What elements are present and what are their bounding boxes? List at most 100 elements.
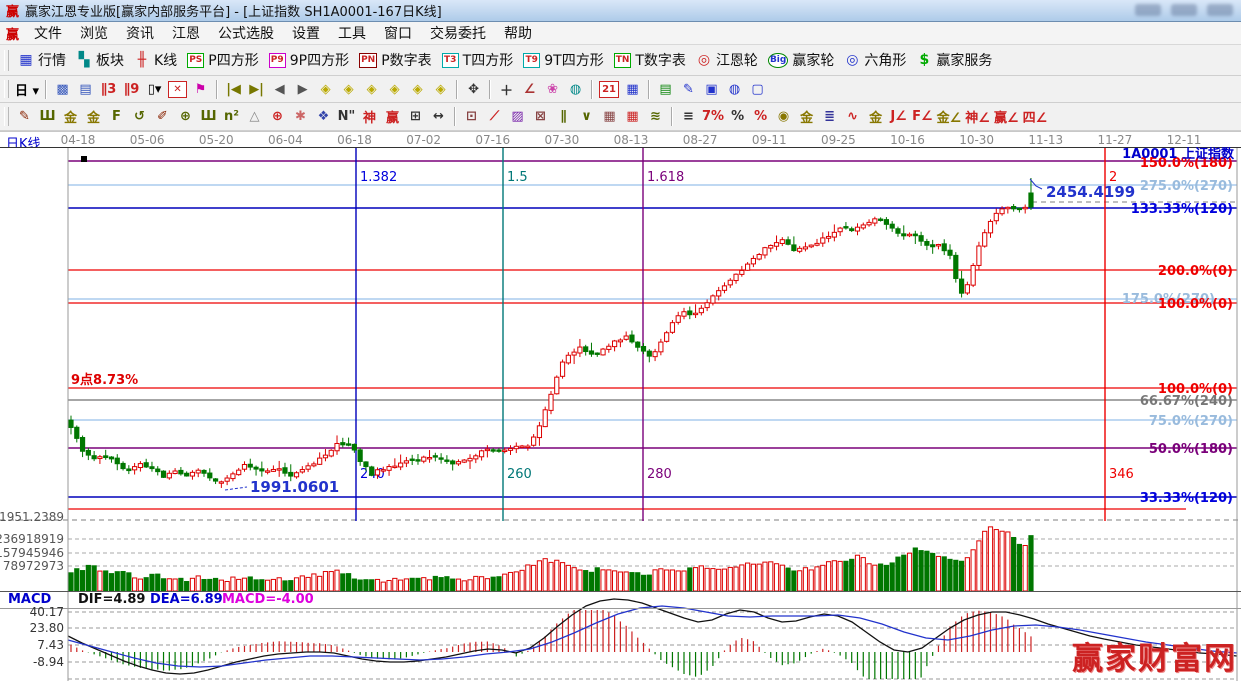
candle-style-dropdown[interactable]: ▯▾: [143, 79, 166, 100]
p-number-table-button[interactable]: PN P数字表: [354, 48, 437, 72]
save-remote-icon[interactable]: ◍: [723, 79, 746, 100]
mirror-a-icon[interactable]: △: [243, 106, 266, 127]
wave-band-icon[interactable]: ∿: [841, 106, 864, 127]
menu-gann[interactable]: 江恩: [163, 22, 209, 44]
workstation-icon[interactable]: ▢: [746, 79, 769, 100]
pencil-angle-icon[interactable]: ✐: [151, 106, 174, 127]
hexagon-button[interactable]: ◎ 六角形: [839, 48, 911, 72]
scale-ruler-icon[interactable]: ≡: [677, 106, 700, 127]
menu-tools[interactable]: 工具: [329, 22, 375, 44]
color-chart-icon[interactable]: ⚑: [189, 79, 212, 100]
mini-chart-3-icon[interactable]: ∥3: [97, 79, 120, 100]
parallel-rays-icon[interactable]: ∥: [552, 106, 575, 127]
last-bar-button[interactable]: ▶|: [245, 79, 268, 100]
polyline-tool-icon[interactable]: ∨: [575, 106, 598, 127]
dense-grid-icon[interactable]: ▦: [598, 106, 621, 127]
report-book-icon[interactable]: ▤: [654, 79, 677, 100]
web-small-icon[interactable]: ✱: [289, 106, 312, 127]
macd-indicator-name[interactable]: MACD: [8, 592, 51, 607]
sectors-button[interactable]: ▚ 板块: [71, 48, 129, 72]
gann-wheel-button[interactable]: ◎ 江恩轮: [691, 48, 763, 72]
grid-123-icon[interactable]: ⊞: [404, 106, 427, 127]
save-icon[interactable]: ▣: [700, 79, 723, 100]
hatch-lines-icon[interactable]: ≋: [644, 106, 667, 127]
menu-browse[interactable]: 浏览: [71, 22, 117, 44]
t-number-table-button[interactable]: TN T数字表: [609, 48, 691, 72]
notes-icon[interactable]: ✎: [677, 79, 700, 100]
mini-chart-9-icon[interactable]: ∥9: [120, 79, 143, 100]
ray-fan-icon[interactable]: ⟋: [483, 106, 506, 127]
percent-line-icon[interactable]: %: [749, 106, 772, 127]
gold-baseline-icon[interactable]: 金: [864, 106, 887, 127]
si-angle-icon[interactable]: 四∠: [1021, 106, 1050, 127]
ying-grid-icon[interactable]: 赢: [381, 106, 404, 127]
menu-settings[interactable]: 设置: [283, 22, 329, 44]
pink-marker-tool-icon[interactable]: ❀: [541, 79, 564, 100]
width-measure-icon[interactable]: ↔: [427, 106, 450, 127]
box-window-icon[interactable]: ⊡: [460, 106, 483, 127]
j-angle-icon[interactable]: J∠: [887, 106, 910, 127]
delete-tool-icon[interactable]: ✕: [168, 80, 188, 98]
minimize-button[interactable]: [1135, 4, 1161, 16]
p-square-button[interactable]: PS P四方形: [182, 48, 264, 72]
gold-comb-1-icon[interactable]: 金: [59, 106, 82, 127]
calculator-icon[interactable]: ▦: [621, 79, 644, 100]
shen-grid-icon[interactable]: 神: [358, 106, 381, 127]
9p-square-button[interactable]: P9 9P四方形: [264, 48, 354, 72]
first-bar-button[interactable]: |◀: [222, 79, 245, 100]
prev-bar-button[interactable]: ◀: [268, 79, 291, 100]
menu-window[interactable]: 窗口: [375, 22, 421, 44]
ying-angle-icon[interactable]: 赢∠: [992, 106, 1021, 127]
comb-grid-icon[interactable]: Ш: [36, 106, 59, 127]
quotes-button[interactable]: ▦ 行情: [13, 48, 71, 72]
gann-diamond-right-icon[interactable]: ◈: [314, 79, 337, 100]
box-rays-icon[interactable]: ⊠: [529, 106, 552, 127]
pencil-tool-icon[interactable]: ✎: [13, 106, 36, 127]
kline-button[interactable]: ╫ K线: [129, 48, 182, 72]
t-square-button[interactable]: T3 T四方形: [437, 48, 519, 72]
f-comb-icon[interactable]: F: [105, 106, 128, 127]
menu-file[interactable]: 文件: [25, 22, 71, 44]
calendar-icon[interactable]: 21: [599, 80, 619, 98]
close-button[interactable]: [1207, 4, 1233, 16]
winner-wheel-button[interactable]: Big 赢家轮: [763, 48, 839, 72]
hand-tool-icon[interactable]: ✥: [462, 79, 485, 100]
f-angle-icon[interactable]: F∠: [910, 106, 935, 127]
menu-formula-stockpick[interactable]: 公式选股: [209, 22, 283, 44]
quote-mark-icon[interactable]: N": [335, 106, 358, 127]
gann-diamond-in-icon[interactable]: ◈: [383, 79, 406, 100]
window-controls[interactable]: [1135, 4, 1233, 16]
angle-tool-icon[interactable]: ∠: [518, 79, 541, 100]
gold-comb-2-icon[interactable]: 金: [82, 106, 105, 127]
pencil-levels-icon[interactable]: ≣: [818, 106, 841, 127]
comb-grid-2-icon[interactable]: Ш: [197, 106, 220, 127]
9t-square-button[interactable]: T9 9T四方形: [518, 48, 608, 72]
gold-levels-icon[interactable]: 金: [795, 106, 818, 127]
gold-angle-icon[interactable]: 金∠: [935, 106, 964, 127]
gann-diamond-left-icon[interactable]: ◈: [337, 79, 360, 100]
network-window-icon[interactable]: ▩: [51, 79, 74, 100]
info-doc-icon[interactable]: ▤: [74, 79, 97, 100]
cycle-tool-icon[interactable]: ◍: [564, 79, 587, 100]
winner-service-button[interactable]: $ 赢家服务: [911, 48, 997, 72]
percent-7-icon[interactable]: 7%: [700, 106, 726, 127]
crosshair-tool-icon[interactable]: ＋: [495, 79, 518, 100]
period-day-dropdown[interactable]: 日 ▾: [13, 79, 41, 100]
menu-trade[interactable]: 交易委托: [421, 22, 495, 44]
spiral-tool-icon[interactable]: ↺: [128, 106, 151, 127]
menu-help[interactable]: 帮助: [495, 22, 541, 44]
gann-diamond-star-icon[interactable]: ◈: [406, 79, 429, 100]
circle-grid-icon[interactable]: ⊕: [174, 106, 197, 127]
next-bar-button[interactable]: ▶: [291, 79, 314, 100]
ray-grid-icon[interactable]: ▨: [506, 106, 529, 127]
gann-diamond-star2-icon[interactable]: ◈: [429, 79, 452, 100]
n-square-icon[interactable]: n²: [220, 106, 243, 127]
maximize-button[interactable]: [1171, 4, 1197, 16]
web-large-icon[interactable]: ❖: [312, 106, 335, 127]
gold-circle-icon[interactable]: ◉: [772, 106, 795, 127]
menu-news[interactable]: 资讯: [117, 22, 163, 44]
circle-cross-icon[interactable]: ⊕: [266, 106, 289, 127]
shen-angle-icon[interactable]: 神∠: [963, 106, 992, 127]
percent-icon[interactable]: %: [726, 106, 749, 127]
dense-grid-2-icon[interactable]: ▦: [621, 106, 644, 127]
